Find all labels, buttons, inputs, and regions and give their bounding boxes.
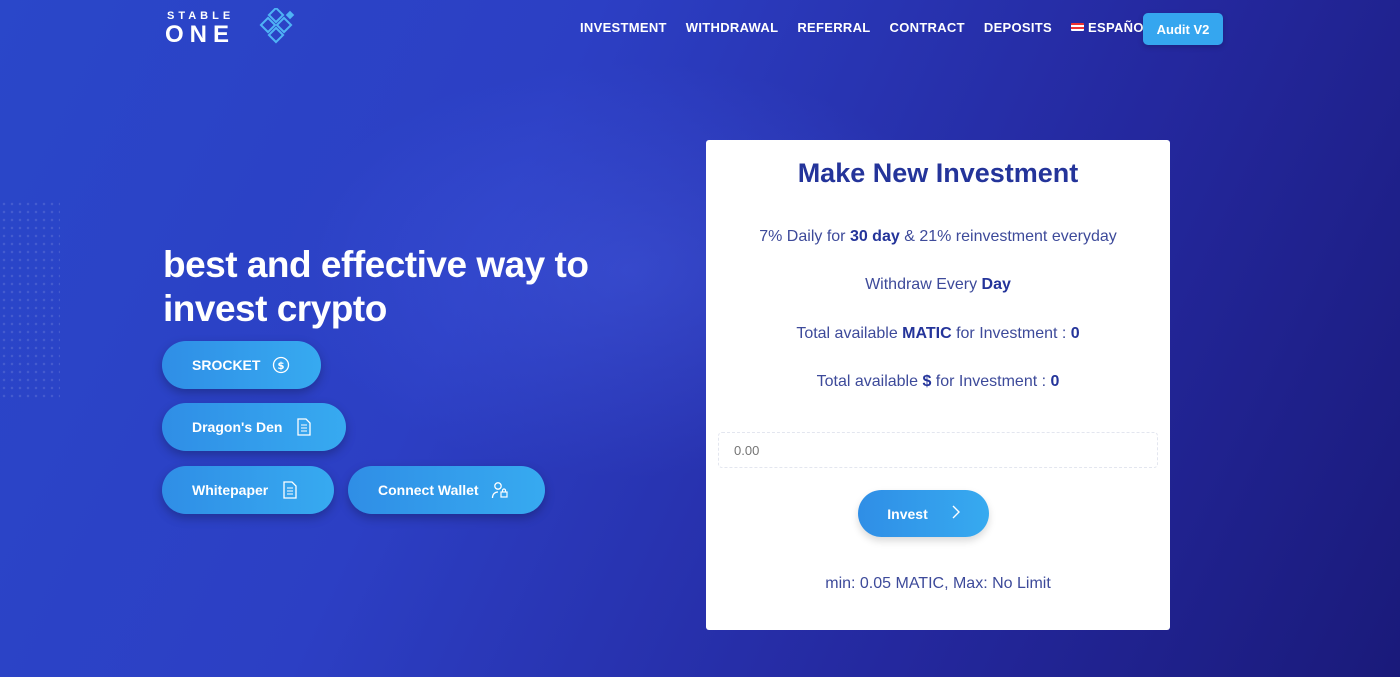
invest-button[interactable]: Invest bbox=[858, 490, 989, 537]
investment-limits: min: 0.05 MATIC, Max: No Limit bbox=[825, 575, 1051, 592]
hero-headline: best and effective way to invest crypto bbox=[163, 243, 643, 331]
user-lock-icon bbox=[491, 481, 509, 499]
investment-card: Make New Investment 7% Daily for 30 day … bbox=[706, 140, 1170, 630]
nav-referral[interactable]: REFERRAL bbox=[797, 20, 870, 35]
nav-investment[interactable]: INVESTMENT bbox=[580, 20, 667, 35]
matic-available-suffix: for Investment : bbox=[951, 325, 1071, 342]
usd-available-value: 0 bbox=[1050, 373, 1060, 390]
srocket-button[interactable]: SROCKET $ bbox=[162, 341, 321, 389]
rate-info: 7% Daily for 30 day & 21% reinvestment e… bbox=[706, 228, 1170, 246]
hero-headline-line-2: invest crypto bbox=[163, 288, 387, 329]
hero-headline-line-1: best and effective way to bbox=[163, 244, 589, 285]
matic-label: MATIC bbox=[902, 325, 952, 342]
nav-withdrawal[interactable]: WITHDRAWAL bbox=[686, 20, 779, 35]
chevron-right-icon bbox=[952, 505, 960, 522]
audit-button[interactable]: Audit V2 bbox=[1143, 13, 1223, 45]
nav-contract[interactable]: CONTRACT bbox=[890, 20, 965, 35]
diamond-logo-icon bbox=[259, 8, 295, 44]
rate-info-reinvest: & 21% reinvestment everyday bbox=[899, 228, 1117, 245]
nav-language[interactable]: ESPAÑOL bbox=[1071, 20, 1152, 35]
dollar-coin-icon: $ bbox=[272, 356, 290, 374]
svg-text:$: $ bbox=[278, 361, 285, 372]
srocket-label: SROCKET bbox=[192, 357, 261, 373]
connect-wallet-label: Connect Wallet bbox=[378, 482, 479, 498]
amount-input[interactable] bbox=[718, 432, 1158, 468]
dragons-den-button[interactable]: Dragon's Den bbox=[162, 403, 346, 451]
invest-label: Invest bbox=[887, 505, 928, 522]
matic-available: Total available MATIC for Investment : 0 bbox=[706, 325, 1170, 343]
whitepaper-label: Whitepaper bbox=[192, 482, 269, 498]
connect-wallet-button[interactable]: Connect Wallet bbox=[348, 466, 545, 514]
main-nav: INVESTMENT WITHDRAWAL REFERRAL CONTRACT … bbox=[580, 20, 1171, 35]
matic-available-value: 0 bbox=[1070, 325, 1080, 342]
usd-label: $ bbox=[922, 373, 932, 390]
withdraw-info-text: Withdraw Every bbox=[865, 276, 982, 293]
logo[interactable]: STABLE ONE bbox=[165, 8, 300, 48]
matic-available-text: Total available bbox=[796, 325, 903, 342]
document-icon bbox=[282, 481, 298, 499]
card-title: Make New Investment bbox=[797, 158, 1079, 188]
decorative-dots bbox=[0, 200, 60, 400]
document-icon bbox=[296, 418, 312, 436]
usd-available: Total available $ for Investment : 0 bbox=[706, 373, 1170, 391]
nav-deposits[interactable]: DEPOSITS bbox=[984, 20, 1052, 35]
whitepaper-button[interactable]: Whitepaper bbox=[162, 466, 334, 514]
withdraw-info-period: Day bbox=[981, 276, 1011, 293]
logo-text-bottom: ONE bbox=[165, 21, 236, 48]
rate-info-text: 7% Daily for bbox=[759, 228, 850, 245]
withdraw-info: Withdraw Every Day bbox=[706, 276, 1170, 294]
usd-available-text: Total available bbox=[816, 373, 923, 390]
flag-icon bbox=[1071, 23, 1085, 31]
dragons-den-label: Dragon's Den bbox=[192, 419, 283, 435]
rate-info-days: 30 day bbox=[849, 228, 900, 245]
usd-available-suffix: for Investment : bbox=[931, 373, 1051, 390]
